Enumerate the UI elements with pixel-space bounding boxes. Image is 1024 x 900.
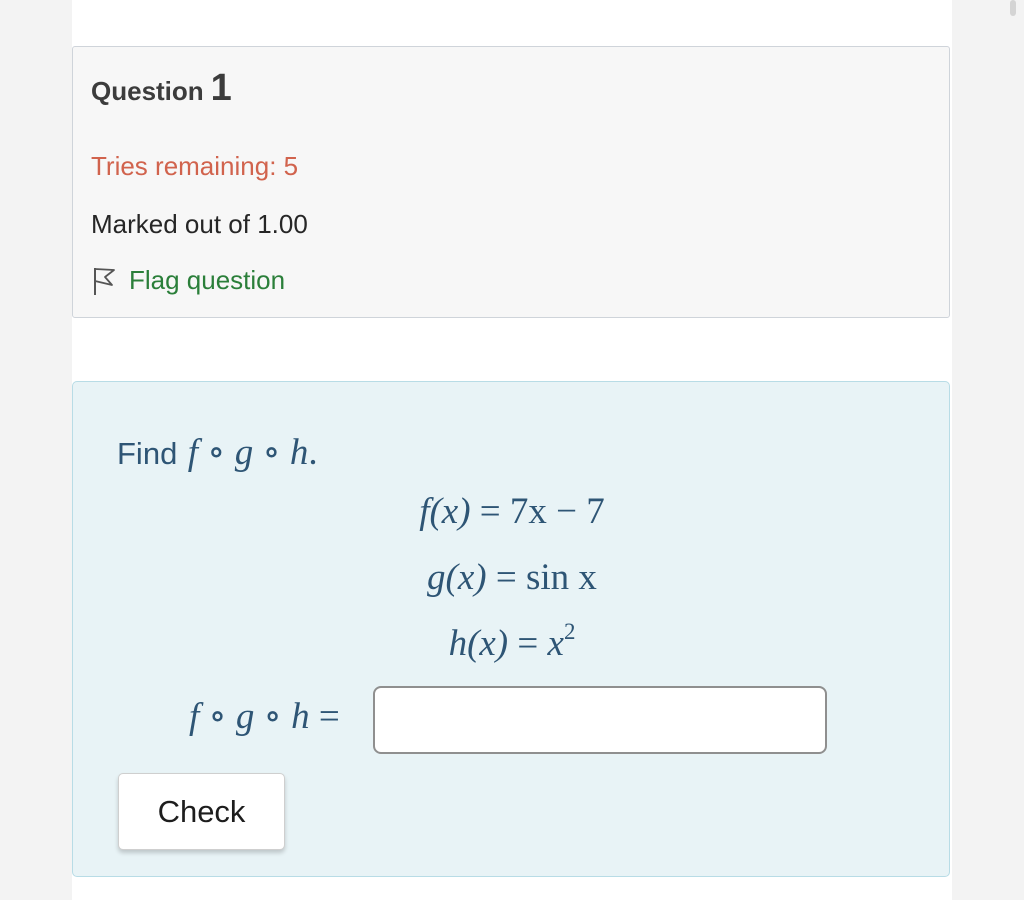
answer-input[interactable] — [373, 686, 827, 754]
equation-h-rhs-base: x — [547, 623, 564, 664]
question-title: Question 1 — [91, 67, 232, 110]
check-button[interactable]: Check — [118, 773, 285, 850]
tries-remaining: Tries remaining: 5 — [91, 151, 299, 181]
equation-g-lhs: g(x) — [427, 557, 487, 598]
question-info-panel: Question 1 Tries remaining: 5 Marked out … — [72, 46, 950, 318]
equation-f-rhs: 7x − 7 — [509, 491, 605, 532]
equation-g: g(x) = sin x — [427, 557, 597, 598]
question-prompt: Find f ∘ g ∘ h. — [117, 430, 318, 474]
flag-question-link[interactable]: Flag question — [91, 265, 285, 296]
equation-h: h(x) = x2 — [448, 618, 576, 664]
marked-out-of: Marked out of 1.00 — [91, 209, 308, 239]
equation-g-rhs: sin x — [526, 557, 597, 598]
composition-expression: f ∘ g ∘ h. — [187, 432, 318, 473]
prompt-text: Find — [117, 436, 178, 471]
flag-question-label: Flag question — [129, 265, 286, 295]
question-label: Question — [91, 76, 204, 106]
scrollbar-thumb[interactable] — [1010, 0, 1016, 16]
equation-f-lhs: f(x) — [419, 491, 471, 532]
answer-label: f ∘ g ∘ h = — [189, 696, 340, 737]
equation-f: f(x) = 7x − 7 — [419, 491, 605, 532]
equation-h-lhs: h(x) — [448, 623, 509, 664]
question-number: 1 — [210, 67, 232, 109]
equation-h-rhs-exponent: 2 — [563, 618, 576, 644]
flag-icon — [91, 266, 117, 296]
question-content-panel: Find f ∘ g ∘ h. f(x) = 7x − 7 g(x) = sin… — [72, 381, 950, 877]
